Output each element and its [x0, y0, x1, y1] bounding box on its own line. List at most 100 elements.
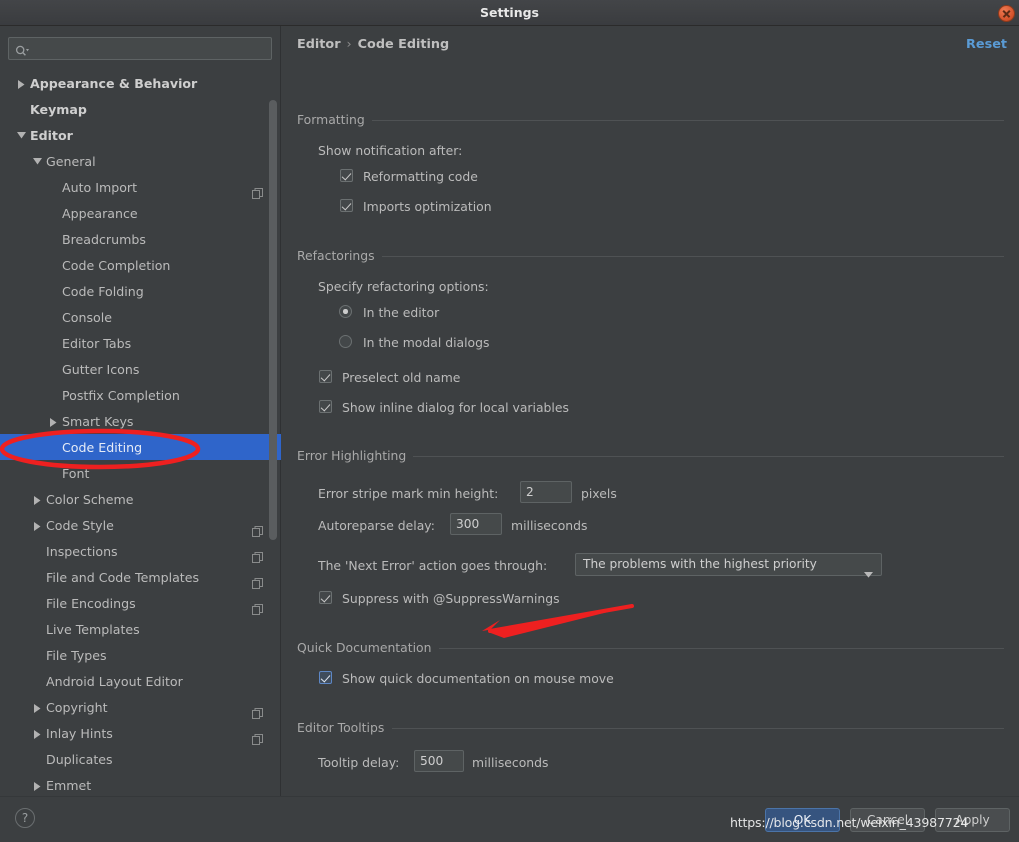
sidebar-scrollbar[interactable]: [269, 72, 277, 796]
settings-content: Formatting Show notification after: Refo…: [282, 68, 1019, 796]
sidebar-item-label: Code Folding: [62, 284, 144, 299]
chevron-down-icon: [864, 563, 873, 582]
sidebar-item-font[interactable]: Font: [0, 460, 281, 486]
in-the-editor-radio[interactable]: [339, 305, 352, 318]
sidebar-item-label: Console: [62, 310, 112, 325]
ok-button[interactable]: OK: [765, 808, 840, 832]
window-title: Settings: [479, 5, 539, 20]
tooltip-delay-label: Tooltip delay:: [318, 755, 400, 770]
sidebar-item-auto-import[interactable]: Auto Import: [0, 174, 281, 200]
autoreparse-delay-input[interactable]: [450, 513, 502, 535]
sidebar-item-code-folding[interactable]: Code Folding: [0, 278, 281, 304]
show-inline-dialog-label[interactable]: Show inline dialog for local variables: [342, 400, 569, 415]
sidebar-item-console[interactable]: Console: [0, 304, 281, 330]
sidebar-item-gutter-icons[interactable]: Gutter Icons: [0, 356, 281, 382]
search-box[interactable]: [8, 37, 272, 60]
settings-main-panel: Editor › Code Editing Reset Formatting Sho…: [282, 26, 1019, 796]
settings-sidebar: Appearance & Behavior Keymap Editor General…: [0, 26, 281, 796]
chevron-right-icon[interactable]: [30, 486, 44, 512]
tooltip-delay-input[interactable]: [414, 750, 464, 772]
reformatting-code-checkbox[interactable]: [340, 169, 353, 182]
sidebar-item-smart-keys[interactable]: Smart Keys: [0, 408, 281, 434]
sidebar-item-keymap[interactable]: Keymap: [0, 96, 281, 122]
sidebar-item-label: Android Layout Editor: [46, 674, 183, 689]
sidebar-item-copyright[interactable]: Copyright: [0, 694, 281, 720]
chevron-right-icon[interactable]: [46, 408, 60, 434]
sidebar-item-live-templates[interactable]: Live Templates: [0, 616, 281, 642]
breadcrumb-root[interactable]: Editor: [297, 37, 341, 52]
in-the-editor-label[interactable]: In the editor: [363, 305, 439, 320]
chevron-down-icon[interactable]: [30, 148, 44, 174]
specify-refactoring-options-label: Specify refactoring options:: [318, 279, 489, 294]
section-title-quick-documentation: Quick Documentation: [297, 640, 439, 655]
error-stripe-min-height-label: Error stripe mark min height:: [318, 486, 499, 501]
section-rule-editor-tooltips: [392, 728, 1004, 729]
preselect-old-name-label[interactable]: Preselect old name: [342, 370, 460, 385]
sidebar-item-appearance[interactable]: Appearance: [0, 200, 281, 226]
in-the-modal-dialogs-radio[interactable]: [339, 335, 352, 348]
sidebar-item-file-encodings[interactable]: File Encodings: [0, 590, 281, 616]
show-notification-after-label: Show notification after:: [318, 143, 463, 158]
project-scope-icon: [252, 571, 263, 589]
breadcrumb: Editor › Code Editing: [297, 37, 449, 52]
sidebar-item-inspections[interactable]: Inspections: [0, 538, 281, 564]
sidebar-item-label: File Encodings: [46, 596, 136, 611]
cancel-button[interactable]: Cancel: [850, 808, 925, 832]
show-inline-dialog-checkbox[interactable]: [319, 400, 332, 413]
sidebar-item-label: Live Templates: [46, 622, 140, 637]
sidebar-item-breadcrumbs[interactable]: Breadcrumbs: [0, 226, 281, 252]
chevron-right-icon[interactable]: [30, 720, 44, 746]
sidebar-item-postfix-completion[interactable]: Postfix Completion: [0, 382, 281, 408]
sidebar-item-label: File Types: [46, 648, 107, 663]
imports-optimization-checkbox[interactable]: [340, 199, 353, 212]
settings-tree[interactable]: Appearance & Behavior Keymap Editor General…: [0, 70, 281, 796]
search-input[interactable]: [33, 38, 269, 59]
apply-button[interactable]: Apply: [935, 808, 1010, 832]
sidebar-item-editor[interactable]: Editor: [0, 122, 281, 148]
section-title-editor-tooltips: Editor Tooltips: [297, 720, 392, 735]
sidebar-scrollbar-thumb[interactable]: [269, 100, 277, 540]
sidebar-item-code-style[interactable]: Code Style: [0, 512, 281, 538]
chevron-down-icon[interactable]: [14, 122, 28, 148]
sidebar-item-general[interactable]: General: [0, 148, 281, 174]
sidebar-item-file-and-code-templates[interactable]: File and Code Templates: [0, 564, 281, 590]
sidebar-item-inlay-hints[interactable]: Inlay Hints: [0, 720, 281, 746]
sidebar-item-duplicates[interactable]: Duplicates: [0, 746, 281, 772]
next-error-action-label: The 'Next Error' action goes through:: [318, 558, 548, 573]
section-rule-refactorings: [372, 256, 1004, 257]
sidebar-item-label: Editor Tabs: [62, 336, 132, 351]
reformatting-code-label[interactable]: Reformatting code: [363, 169, 478, 184]
suppress-warnings-checkbox[interactable]: [319, 591, 332, 604]
sidebar-item-color-scheme[interactable]: Color Scheme: [0, 486, 281, 512]
sidebar-item-label: Emmet: [46, 778, 92, 793]
close-icon[interactable]: [998, 5, 1015, 22]
error-stripe-unit-label: pixels: [581, 486, 617, 501]
reset-link[interactable]: Reset: [966, 37, 1007, 52]
show-quick-doc-label[interactable]: Show quick documentation on mouse move: [342, 671, 614, 686]
sidebar-item-editor-tabs[interactable]: Editor Tabs: [0, 330, 281, 356]
show-quick-doc-checkbox[interactable]: [319, 671, 332, 684]
sidebar-item-code-completion[interactable]: Code Completion: [0, 252, 281, 278]
sidebar-item-android-layout-editor[interactable]: Android Layout Editor: [0, 668, 281, 694]
sidebar-item-label: Smart Keys: [62, 414, 134, 429]
sidebar-item-appearance-behavior[interactable]: Appearance & Behavior: [0, 70, 281, 96]
chevron-right-icon[interactable]: [30, 694, 44, 720]
chevron-right-icon[interactable]: [30, 512, 44, 538]
error-stripe-min-height-input[interactable]: [520, 481, 572, 503]
suppress-warnings-label[interactable]: Suppress with @SuppressWarnings: [342, 591, 560, 606]
preselect-old-name-checkbox[interactable]: [319, 370, 332, 383]
next-error-action-dropdown[interactable]: The problems with the highest priority: [575, 553, 882, 578]
chevron-right-icon[interactable]: [30, 772, 44, 796]
section-title-formatting: Formatting: [297, 112, 372, 127]
sidebar-item-label: Color Scheme: [46, 492, 134, 507]
chevron-right-icon[interactable]: [14, 70, 28, 96]
in-the-modal-dialogs-label[interactable]: In the modal dialogs: [363, 335, 489, 350]
help-icon[interactable]: ?: [15, 808, 35, 828]
sidebar-item-emmet[interactable]: Emmet: [0, 772, 281, 796]
search-icon: [15, 43, 29, 56]
sidebar-item-code-editing[interactable]: Code Editing: [0, 434, 281, 460]
sidebar-item-label: Appearance & Behavior: [30, 76, 198, 91]
sidebar-item-file-types[interactable]: File Types: [0, 642, 281, 668]
imports-optimization-label[interactable]: Imports optimization: [363, 199, 492, 214]
breadcrumb-leaf: Code Editing: [357, 37, 450, 52]
